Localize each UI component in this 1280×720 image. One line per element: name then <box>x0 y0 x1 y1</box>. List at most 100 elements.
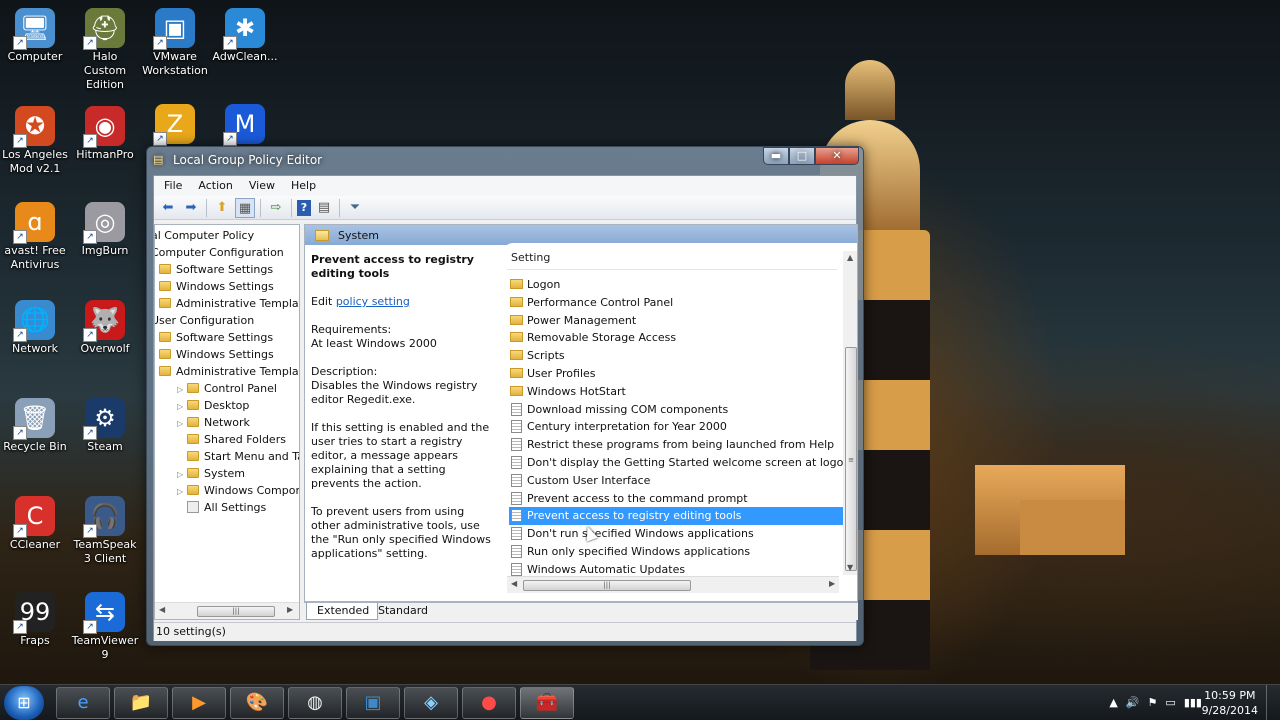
policy-list-item[interactable]: Restrict these programs from being launc… <box>509 436 843 454</box>
desktop-icon[interactable]: ✱AdwClean... <box>210 8 280 64</box>
forward-arrow-icon[interactable]: ➡ <box>181 198 201 218</box>
show-hidden-icons-icon[interactable]: ▲ <box>1109 696 1117 709</box>
expand-arrow-icon[interactable]: ▷ <box>177 415 187 432</box>
scroll-right-arrow-icon[interactable]: ▶ <box>287 605 293 614</box>
desktop-icon-partial[interactable]: Z <box>140 104 210 146</box>
tree-node[interactable]: Windows Settings <box>159 278 274 295</box>
desktop-icon[interactable]: ɑavast! Free Antivirus <box>0 202 70 272</box>
taskbar-app[interactable]: ◈ <box>404 687 458 719</box>
expand-arrow-icon[interactable]: ▷ <box>177 398 187 415</box>
tree-node[interactable]: Windows Settings <box>159 346 274 363</box>
column-header-setting[interactable]: Setting <box>511 251 550 264</box>
desktop-icon[interactable]: ◉HitmanPro <box>70 106 140 162</box>
tree-node[interactable]: ▷ Network <box>177 414 250 431</box>
show-desktop-button[interactable] <box>1266 685 1280 720</box>
scroll-down-arrow-icon[interactable]: ▼ <box>847 563 853 572</box>
desktop-icon[interactable]: 🎧TeamSpeak 3 Client <box>70 496 140 566</box>
taskbar-chrome[interactable]: ◍ <box>288 687 342 719</box>
tree-node[interactable]: Computer Configuration <box>155 244 284 261</box>
title-bar[interactable]: ▤ Local Group Policy Editor ▬ □ ✕ <box>147 147 863 173</box>
folder-list-item[interactable]: Windows HotStart <box>509 383 843 401</box>
tree-node[interactable]: Shared Folders <box>177 431 286 448</box>
menu-view[interactable]: View <box>241 176 283 196</box>
folder-list-item[interactable]: Removable Storage Access <box>509 329 843 347</box>
scroll-left-arrow-icon[interactable]: ◀ <box>511 579 517 588</box>
scroll-thumb[interactable]: ||| <box>523 580 691 591</box>
console-tree[interactable]: al Computer Policy Computer Configuration… <box>154 224 300 620</box>
desktop-icon-partial[interactable]: M <box>210 104 280 146</box>
tree-node[interactable]: Administrative Templates <box>159 295 299 312</box>
menu-action[interactable]: Action <box>190 176 240 196</box>
desktop-icon[interactable]: ⇆TeamViewer 9 <box>70 592 140 662</box>
tree-node[interactable]: al Computer Policy <box>155 227 254 244</box>
tree-node[interactable]: ▷ Desktop <box>177 397 249 414</box>
export-list-icon[interactable]: ⇨ <box>266 198 286 218</box>
policy-list-item[interactable]: Custom User Interface <box>509 472 843 490</box>
up-folder-icon[interactable]: ⬆ <box>212 198 232 218</box>
menu-help[interactable]: Help <box>283 176 324 196</box>
properties-icon[interactable]: ▤ <box>314 198 334 218</box>
filter-icon[interactable]: ⏷ <box>345 198 365 218</box>
back-arrow-icon[interactable]: ⬅ <box>158 198 178 218</box>
tree-node[interactable]: Software Settings <box>159 261 273 278</box>
maximize-button[interactable]: □ <box>789 147 815 165</box>
desktop-icon[interactable]: ▣VMware Workstation <box>140 8 210 78</box>
policy-list-item[interactable]: Download missing COM components <box>509 401 843 419</box>
tree-node[interactable]: ▷ System <box>177 465 245 482</box>
taskbar-file-explorer[interactable]: 📁 <box>114 687 168 719</box>
folder-list-item[interactable]: Scripts <box>509 347 843 365</box>
close-button[interactable]: ✕ <box>815 147 859 165</box>
scroll-thumb[interactable]: ||| <box>197 606 275 617</box>
policy-list-item[interactable]: Century interpretation for Year 2000 <box>509 418 843 436</box>
list-vertical-scrollbar[interactable]: ▲ ≡ ▼ <box>843 251 857 575</box>
tree-node[interactable]: ▷ Windows Component <box>177 482 299 500</box>
expand-arrow-icon[interactable]: ▷ <box>177 466 187 483</box>
tree-node[interactable]: Start Menu and Taskb <box>177 448 299 465</box>
folder-list-item[interactable]: Logon <box>509 276 843 294</box>
desktop-icon[interactable]: ⚙Steam <box>70 398 140 454</box>
scroll-right-arrow-icon[interactable]: ▶ <box>829 579 835 588</box>
tree-node[interactable]: All Settings <box>177 499 266 516</box>
taskbar-media-player[interactable]: ▶ <box>172 687 226 719</box>
show-hide-tree-icon[interactable]: ▦ <box>235 197 255 218</box>
expand-arrow-icon[interactable]: ▷ <box>177 483 187 500</box>
desktop-icon[interactable]: ✪Los Angeles Mod v2.1 <box>0 106 70 176</box>
tab-standard[interactable]: Standard <box>368 603 436 620</box>
desktop-icon[interactable]: 🖥Computer <box>0 8 70 64</box>
desktop-icon[interactable]: CCCleaner <box>0 496 70 552</box>
tree-node[interactable]: ▷ Control Panel <box>177 380 277 397</box>
expand-arrow-icon[interactable]: ▷ <box>177 381 187 398</box>
policy-list-item[interactable]: Prevent access to the command prompt <box>509 490 843 508</box>
taskbar-vmware[interactable]: ▣ <box>346 687 400 719</box>
folder-list-item[interactable]: User Profiles <box>509 365 843 383</box>
desktop-icon[interactable]: 99Fraps <box>0 592 70 648</box>
list-horizontal-scrollbar[interactable]: ◀ ||| ▶ <box>507 576 839 593</box>
tree-horizontal-scrollbar[interactable]: ◀ ||| ▶ <box>155 602 299 619</box>
action-center-icon[interactable]: ⚑ <box>1148 696 1158 709</box>
desktop-icon[interactable]: 🗑Recycle Bin <box>0 398 70 454</box>
desktop-icon[interactable]: 🌐Network <box>0 300 70 356</box>
scroll-up-arrow-icon[interactable]: ▲ <box>847 253 853 262</box>
taskbar-group-policy[interactable]: 🧰 <box>520 687 574 719</box>
minimize-button[interactable]: ▬ <box>763 147 789 165</box>
start-button[interactable]: ⊞ <box>4 686 44 720</box>
help-icon[interactable]: ? <box>297 199 311 216</box>
volume-icon[interactable]: 🔊 <box>1126 696 1140 709</box>
network-signal-icon[interactable]: ▮▮▮ <box>1184 696 1202 709</box>
policy-list-item[interactable]: Don't run specified Windows applications <box>509 525 843 543</box>
policy-list-item[interactable]: Run only specified Windows applications <box>509 543 843 561</box>
taskbar-internet-explorer[interactable]: e <box>56 687 110 719</box>
desktop-icon[interactable]: ◎ImgBurn <box>70 202 140 258</box>
desktop-icon[interactable]: ⛑Halo Custom Edition <box>70 8 140 92</box>
taskbar-recorder[interactable]: ● <box>462 687 516 719</box>
taskbar-paint[interactable]: 🎨 <box>230 687 284 719</box>
folder-list-item[interactable]: Power Management <box>509 312 843 330</box>
power-icon[interactable]: ▭ <box>1165 696 1175 709</box>
policy-list-item[interactable]: Don't display the Getting Started welcom… <box>509 454 850 472</box>
menu-file[interactable]: File <box>156 176 190 196</box>
clock[interactable]: 10:59 PM 9/28/2014 <box>1202 688 1258 718</box>
policy-list-item[interactable]: Prevent access to registry editing tools <box>509 507 843 526</box>
scroll-thumb[interactable]: ≡ <box>845 347 857 571</box>
desktop-icon[interactable]: 🐺Overwolf <box>70 300 140 356</box>
tree-node[interactable]: Administrative Templates <box>159 363 299 380</box>
